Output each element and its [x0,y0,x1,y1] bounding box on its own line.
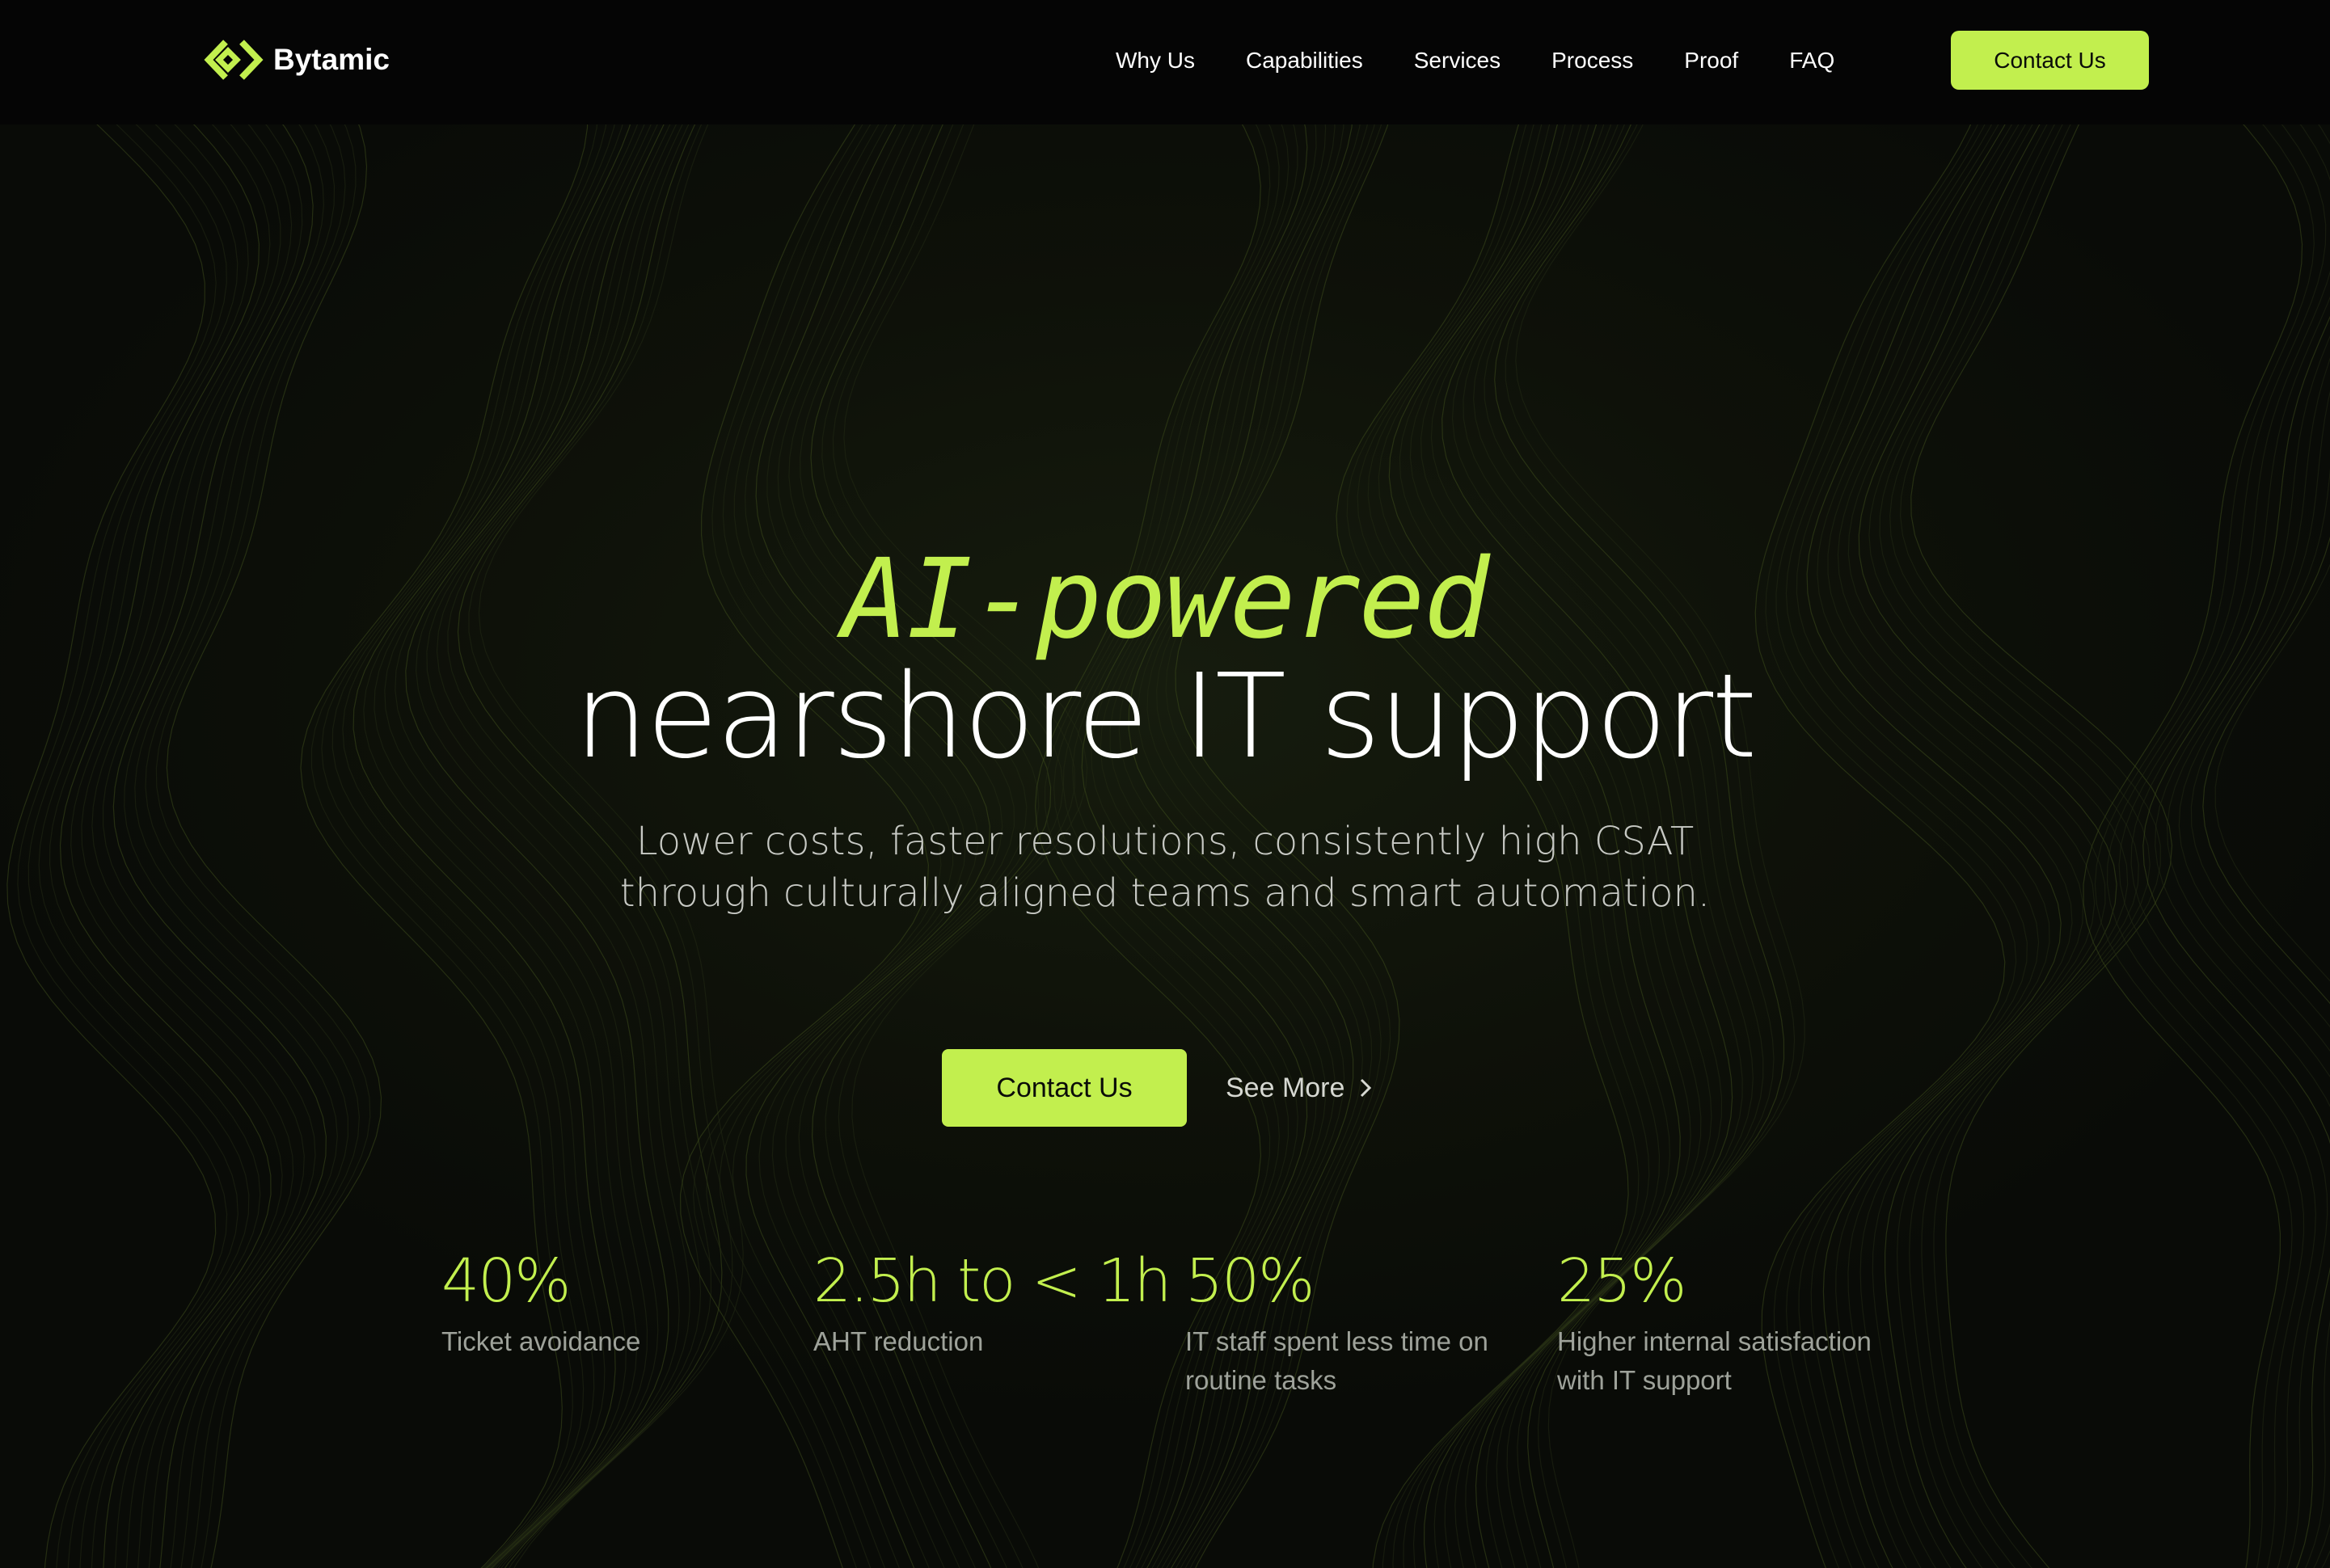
wave-line [2178,390,2330,1568]
see-more-label: See More [1226,1072,1345,1103]
wave-line [155,124,371,1568]
top-navbar: Bytamic Why Us Capabilities Services Pro… [0,0,2330,124]
hero-section: AI-powered nearshore IT support Lower co… [0,124,2330,1568]
stat-value: 50% [1185,1246,1315,1316]
stat-label: Higher internal satisfaction with IT sup… [1557,1326,1872,1395]
wave-line [2166,357,2330,1568]
wave-line [2142,315,2330,1568]
nav-link-process[interactable]: Process [1551,48,1633,74]
diamond-chevron-icon [204,40,264,80]
stats-row: 40% Ticket avoidance 2.5h to < 1h AHT re… [441,1251,1961,1494]
main-nav: Why Us Capabilities Services Process Pro… [1116,0,1834,121]
wave-line [6,124,217,1568]
stat-item: 50% IT staff spent less time on routine … [1185,1251,1525,1400]
wave-line [124,124,338,1568]
wave-line [102,124,316,1568]
nav-contact-button[interactable]: Contact Us [1951,31,2149,90]
wave-line [81,124,294,1568]
wave-line [2094,124,2315,1568]
nav-link-faq[interactable]: FAQ [1789,48,1834,74]
stat-value: 25% [1557,1246,1686,1316]
stat-item: 2.5h to < 1h AHT reduction [813,1246,1171,1361]
brand-logo[interactable]: Bytamic [204,36,390,84]
brand-name: Bytamic [273,43,390,76]
stat-item: 25% Higher internal satisfaction with IT… [1557,1251,1897,1400]
nav-link-capabilities[interactable]: Capabilities [1246,48,1363,74]
wave-line [2190,467,2330,1568]
hero-contact-button[interactable]: Contact Us [942,1049,1187,1127]
wave-line [38,124,250,1568]
stat-label: Ticket avoidance [441,1326,641,1356]
hero-kicker: AI-powered [842,536,1490,664]
wave-line [2118,124,2330,1568]
wave-line [2083,124,2303,1568]
wave-line [166,124,382,1568]
nav-link-why-us[interactable]: Why Us [1116,48,1195,74]
stat-value: 2.5h to < 1h [813,1246,1171,1316]
stat-value: 40% [441,1246,571,1316]
stat-item: 40% Ticket avoidance [441,1251,781,1361]
wave-line [2130,124,2330,1568]
nav-link-proof[interactable]: Proof [1684,48,1738,74]
hero-subtitle: Lower costs, faster resolutions, consist… [619,819,1711,916]
wave-line [134,124,349,1568]
hero-title: nearshore IT support [574,648,1757,784]
nav-link-services[interactable]: Services [1414,48,1501,74]
chevron-right-icon [1361,1078,1372,1098]
see-more-link[interactable]: See More [1226,1049,1372,1127]
stat-label: IT staff spent less time on routine task… [1185,1326,1488,1395]
stat-label: AHT reduction [813,1326,984,1356]
wave-line [112,124,327,1568]
